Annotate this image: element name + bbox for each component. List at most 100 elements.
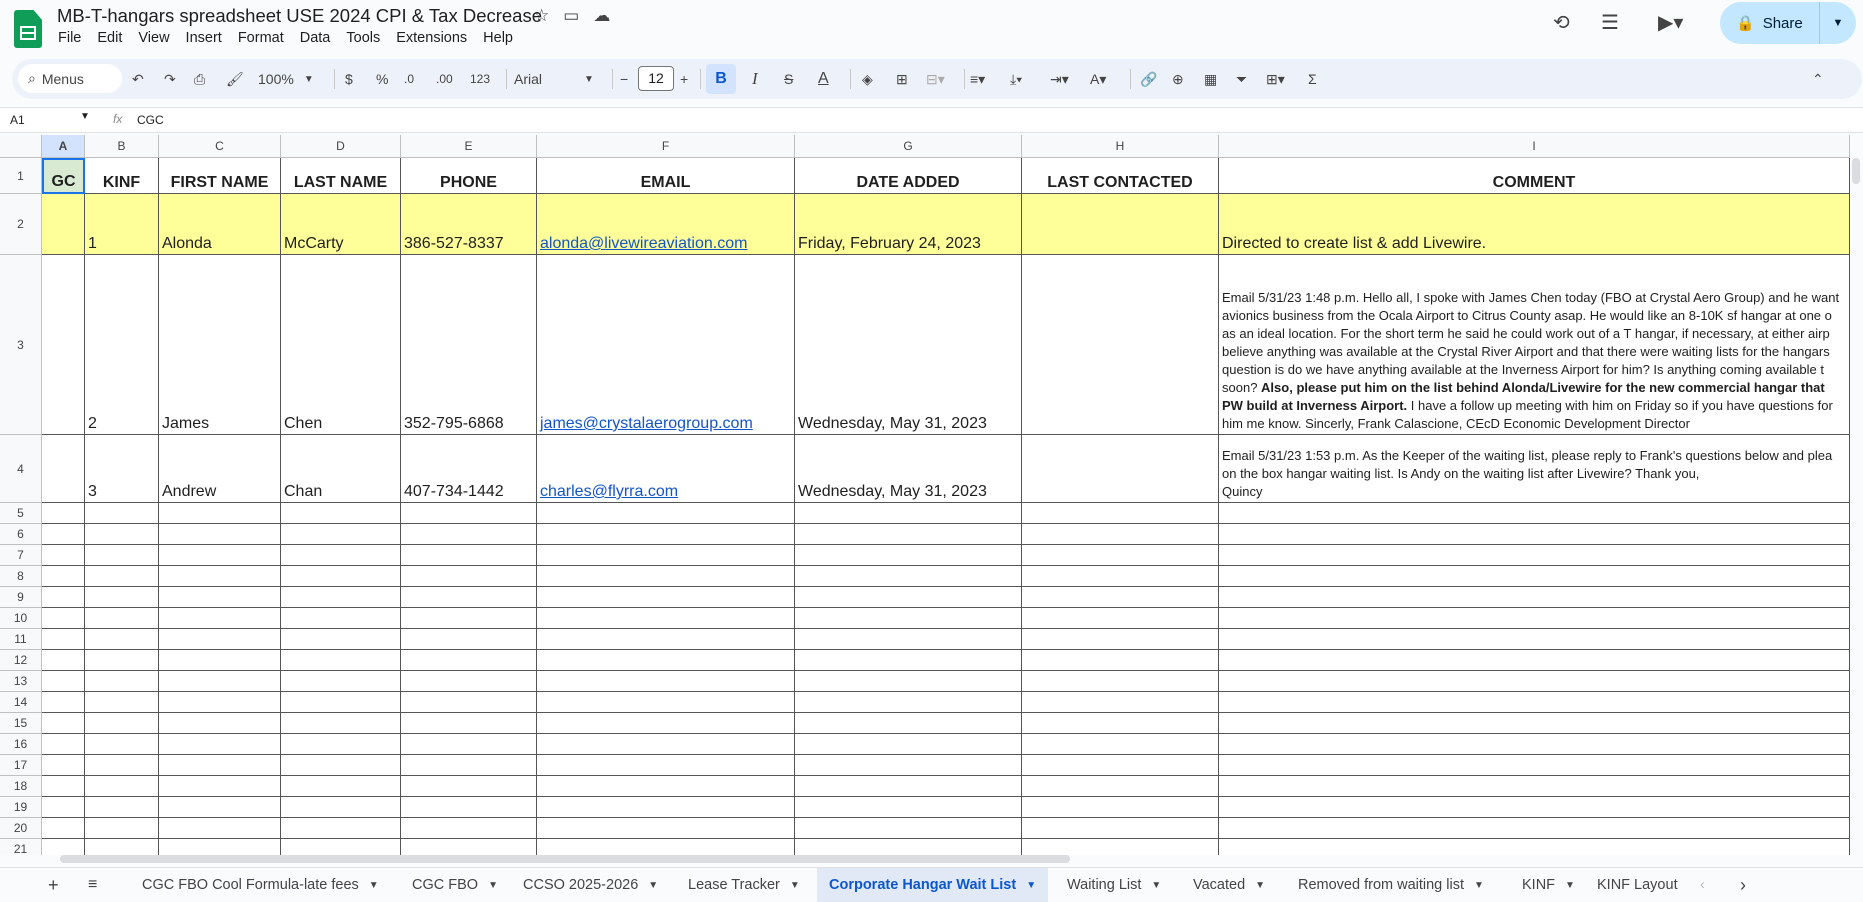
tab-waiting-list[interactable]: Waiting List ▼ [1055, 868, 1173, 902]
empty-cell[interactable] [537, 524, 795, 545]
strikethrough-button[interactable]: S [784, 59, 793, 99]
cell-kinf[interactable]: 2 [85, 255, 159, 435]
empty-cell[interactable] [401, 608, 537, 629]
empty-cell[interactable] [1022, 734, 1219, 755]
row-header[interactable]: 12 [0, 650, 42, 671]
empty-cell[interactable] [401, 566, 537, 587]
empty-cell[interactable] [1219, 734, 1850, 755]
empty-cell[interactable] [1219, 524, 1850, 545]
header-first-name[interactable]: FIRST NAME [159, 158, 281, 194]
empty-cell[interactable] [85, 587, 159, 608]
spreadsheet-grid[interactable]: A B C D E F G H I 1 2 3 4 5 6 7 8 9 10 1… [0, 135, 1850, 855]
row-header[interactable]: 13 [0, 671, 42, 692]
column-header-d[interactable]: D [281, 135, 401, 158]
empty-cell[interactable] [1022, 608, 1219, 629]
cell-last-contacted[interactable] [1022, 194, 1219, 255]
email-link[interactable]: charles@flyrra.com [540, 483, 678, 501]
empty-cell[interactable] [795, 818, 1022, 839]
header-last-contacted[interactable]: LAST CONTACTED [1022, 158, 1219, 194]
empty-cell[interactable] [537, 650, 795, 671]
empty-cell[interactable] [1022, 818, 1219, 839]
empty-cell[interactable] [401, 755, 537, 776]
empty-cell[interactable] [537, 587, 795, 608]
empty-cell[interactable] [159, 608, 281, 629]
cell-comment[interactable]: Email 5/31/23 1:53 p.m. As the Keeper of… [1219, 435, 1850, 503]
empty-cell[interactable] [795, 503, 1022, 524]
empty-cell[interactable] [537, 818, 795, 839]
tab-kinf[interactable]: KINF ▼ [1510, 868, 1587, 902]
empty-cell[interactable] [537, 671, 795, 692]
empty-cell[interactable] [1022, 671, 1219, 692]
empty-cell[interactable] [281, 755, 401, 776]
menu-help[interactable]: Help [483, 30, 513, 46]
move-folder-icon[interactable]: ▭ [563, 6, 579, 26]
cell-first-name[interactable]: Alonda [159, 194, 281, 255]
empty-cell[interactable] [281, 503, 401, 524]
empty-cell[interactable] [795, 713, 1022, 734]
empty-cell[interactable] [281, 713, 401, 734]
vertical-align-icon[interactable]: ⤓▾ [1010, 59, 1022, 99]
empty-cell[interactable] [1219, 797, 1850, 818]
font-size-increase[interactable]: + [680, 59, 688, 99]
empty-cell[interactable] [42, 692, 85, 713]
empty-cell[interactable] [795, 650, 1022, 671]
menu-tools[interactable]: Tools [346, 30, 380, 46]
empty-cell[interactable] [281, 587, 401, 608]
row-header[interactable]: 15 [0, 713, 42, 734]
tab-kinf-layout[interactable]: KINF Layout [1585, 868, 1690, 902]
empty-cell[interactable] [42, 608, 85, 629]
merge-cells-icon[interactable]: ⊟▾ [926, 59, 945, 99]
cell-comment[interactable]: Email 5/31/23 1:48 p.m. Hello all, I spo… [1219, 255, 1850, 435]
cell-email[interactable]: james@crystalaerogroup.com [537, 255, 795, 435]
row-header[interactable]: 20 [0, 818, 42, 839]
tab-ccso[interactable]: CCSO 2025-2026 ▼ [511, 868, 670, 902]
empty-cell[interactable] [159, 797, 281, 818]
empty-cell[interactable] [1219, 566, 1850, 587]
empty-cell[interactable] [85, 524, 159, 545]
empty-cell[interactable] [1219, 503, 1850, 524]
cell-kinf[interactable]: 1 [85, 194, 159, 255]
empty-cell[interactable] [281, 671, 401, 692]
menu-edit[interactable]: Edit [97, 30, 122, 46]
document-title[interactable]: MB-T-hangars spreadsheet USE 2024 CPI & … [57, 5, 542, 27]
empty-cell[interactable] [1219, 755, 1850, 776]
empty-cell[interactable] [795, 671, 1022, 692]
empty-cell[interactable] [1022, 650, 1219, 671]
empty-cell[interactable] [281, 734, 401, 755]
tabs-scroll-left-icon[interactable]: ‹ [1700, 868, 1705, 902]
text-wrap-icon[interactable]: ⇥▾ [1050, 59, 1069, 99]
empty-cell[interactable] [159, 650, 281, 671]
share-dropdown-icon[interactable]: ▼ [1820, 17, 1856, 29]
empty-cell[interactable] [795, 839, 1022, 855]
empty-cell[interactable] [159, 503, 281, 524]
cell-email[interactable]: alonda@livewireaviation.com [537, 194, 795, 255]
cell-phone[interactable]: 407-734-1442 [401, 435, 537, 503]
empty-cell[interactable] [159, 566, 281, 587]
vertical-scrollbar[interactable] [1852, 158, 1860, 184]
empty-cell[interactable] [537, 776, 795, 797]
empty-cell[interactable] [159, 818, 281, 839]
empty-cell[interactable] [537, 797, 795, 818]
empty-cell[interactable] [537, 692, 795, 713]
empty-cell[interactable] [1022, 524, 1219, 545]
empty-cell[interactable] [281, 839, 401, 855]
row-header[interactable]: 18 [0, 776, 42, 797]
header-comment[interactable]: COMMENT [1219, 158, 1850, 194]
empty-cell[interactable] [401, 692, 537, 713]
empty-cell[interactable] [1219, 839, 1850, 855]
empty-cell[interactable] [537, 629, 795, 650]
menu-insert[interactable]: Insert [186, 30, 222, 46]
empty-cell[interactable] [401, 839, 537, 855]
empty-cell[interactable] [159, 692, 281, 713]
comments-icon[interactable]: ☰ [1601, 10, 1619, 35]
menu-extensions[interactable]: Extensions [396, 30, 467, 46]
italic-button[interactable]: I [752, 59, 758, 99]
cell-phone[interactable]: 386-527-8337 [401, 194, 537, 255]
bold-button[interactable]: B [706, 64, 736, 94]
empty-cell[interactable] [537, 713, 795, 734]
empty-cell[interactable] [1219, 713, 1850, 734]
empty-cell[interactable] [85, 671, 159, 692]
empty-cell[interactable] [281, 650, 401, 671]
insert-comment-icon[interactable]: ⊕ [1172, 59, 1184, 99]
empty-cell[interactable] [85, 503, 159, 524]
